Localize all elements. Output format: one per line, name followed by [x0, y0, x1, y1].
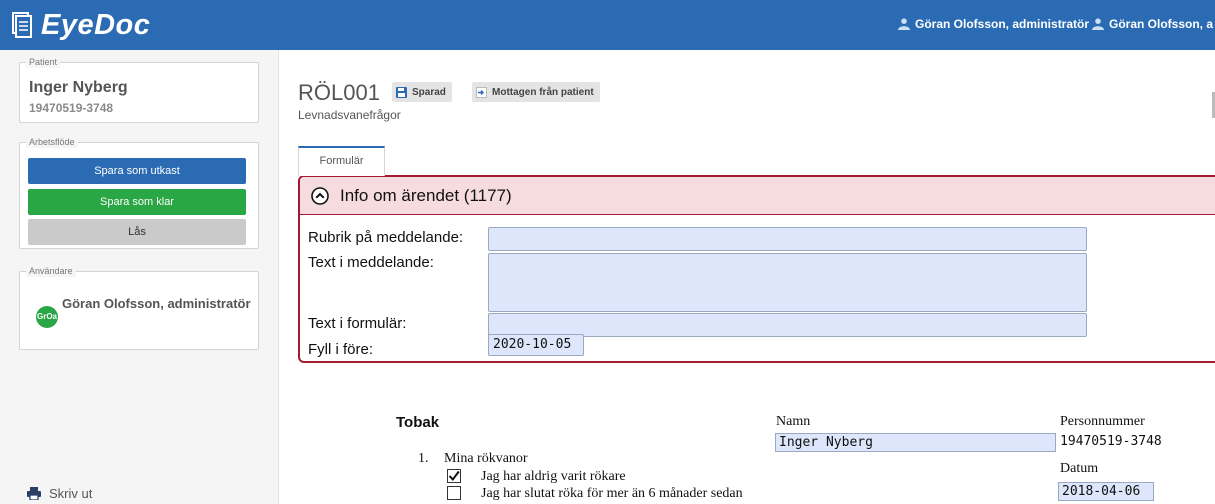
section-title-tobak: Tobak: [396, 414, 440, 431]
save-draft-button[interactable]: Spara som utkast: [28, 158, 246, 184]
patient-panel: Patient Inger Nyberg 19470519-3748: [19, 56, 259, 123]
form-subtitle: Levnadsvanefrågor: [298, 108, 401, 122]
collapse-chevron-icon[interactable]: [311, 187, 329, 205]
option-checkbox-never-smoked[interactable]: [447, 469, 461, 483]
form-text-label: Text i formulär:: [308, 315, 407, 332]
status-badge-saved: Sparad: [392, 82, 452, 102]
name-label: Namn: [776, 414, 811, 429]
date-label: Datum: [1060, 461, 1099, 476]
printer-icon: [27, 487, 41, 500]
info-panel-title: Info om ärendet (1177): [340, 186, 512, 205]
message-label: Text i meddelande:: [308, 254, 434, 271]
checkmark-icon: [448, 470, 460, 482]
due-date-label: Fyll i före:: [308, 341, 374, 358]
workflow-legend: Arbetsflöde: [26, 136, 78, 148]
message-field[interactable]: [488, 253, 1087, 312]
patient-name: Inger Nyberg: [29, 79, 128, 96]
workflow-panel: Arbetsflöde Spara som utkast Spara som k…: [19, 136, 259, 249]
user-icon: [898, 18, 910, 30]
status-badge-received: Mottagen från patient: [472, 82, 600, 102]
option-checkbox-quit-6-months[interactable]: [447, 486, 461, 500]
user-legend: Användare: [26, 265, 76, 277]
patient-id: 19470519-3748: [29, 101, 114, 115]
subject-field[interactable]: [488, 227, 1087, 251]
info-panel: Info om ärendet (1177) Rubrik på meddela…: [298, 175, 1215, 363]
app-logo[interactable]: EyeDoc: [12, 9, 150, 41]
user-icon: [1092, 18, 1104, 30]
patient-legend: Patient: [26, 56, 61, 68]
status-saved-label: Sparad: [412, 86, 446, 98]
user-panel: Användare GrOa Göran Olofsson, administr…: [19, 265, 259, 350]
top-bar: EyeDoc Göran Olofsson, administratör Gör…: [0, 0, 1215, 50]
due-date-field[interactable]: 2020-10-05: [488, 334, 584, 356]
user-name: Göran Olofsson, administratör: [62, 296, 251, 311]
date-field[interactable]: 2018-04-06: [1058, 482, 1154, 501]
lock-button[interactable]: Lås: [28, 219, 246, 245]
header-user-menu[interactable]: Göran Olofsson, administratör: [898, 17, 1089, 31]
question-text: Mina rökvanor: [444, 451, 528, 466]
header-user-name: Göran Olofsson, a: [1109, 17, 1214, 31]
subject-label: Rubrik på meddelande:: [308, 229, 464, 246]
pnr-label: Personnummer: [1060, 414, 1145, 429]
info-panel-header[interactable]: Info om ärendet (1177): [300, 177, 1215, 215]
form-code: RÖL001: [298, 80, 380, 105]
print-link[interactable]: Skriv ut: [27, 486, 92, 501]
header-user-menu-2[interactable]: Göran Olofsson, a: [1092, 17, 1213, 31]
document-icon: [12, 12, 32, 38]
app-name: EyeDoc: [41, 8, 151, 41]
name-field[interactable]: Inger Nyberg: [775, 433, 1056, 452]
pnr-value: 19470519-3748: [1060, 434, 1162, 449]
save-done-button[interactable]: Spara som klar: [28, 189, 246, 215]
option-label-quit-6-months: Jag har slutat röka för mer än 6 månader…: [481, 486, 743, 501]
avatar: GrOa: [36, 306, 58, 328]
save-icon: [396, 86, 407, 98]
header-user-name: Göran Olofsson, administratör: [915, 17, 1090, 31]
print-label: Skriv ut: [49, 486, 93, 501]
sidebar: Patient Inger Nyberg 19470519-3748 Arbet…: [0, 50, 279, 504]
option-label-never-smoked: Jag har aldrig varit rökare: [481, 469, 626, 484]
inbox-arrow-icon: [476, 86, 487, 98]
question-number: 1.: [418, 451, 429, 466]
tab-formular[interactable]: Formulär: [298, 146, 385, 176]
status-received-label: Mottagen från patient: [492, 86, 594, 98]
